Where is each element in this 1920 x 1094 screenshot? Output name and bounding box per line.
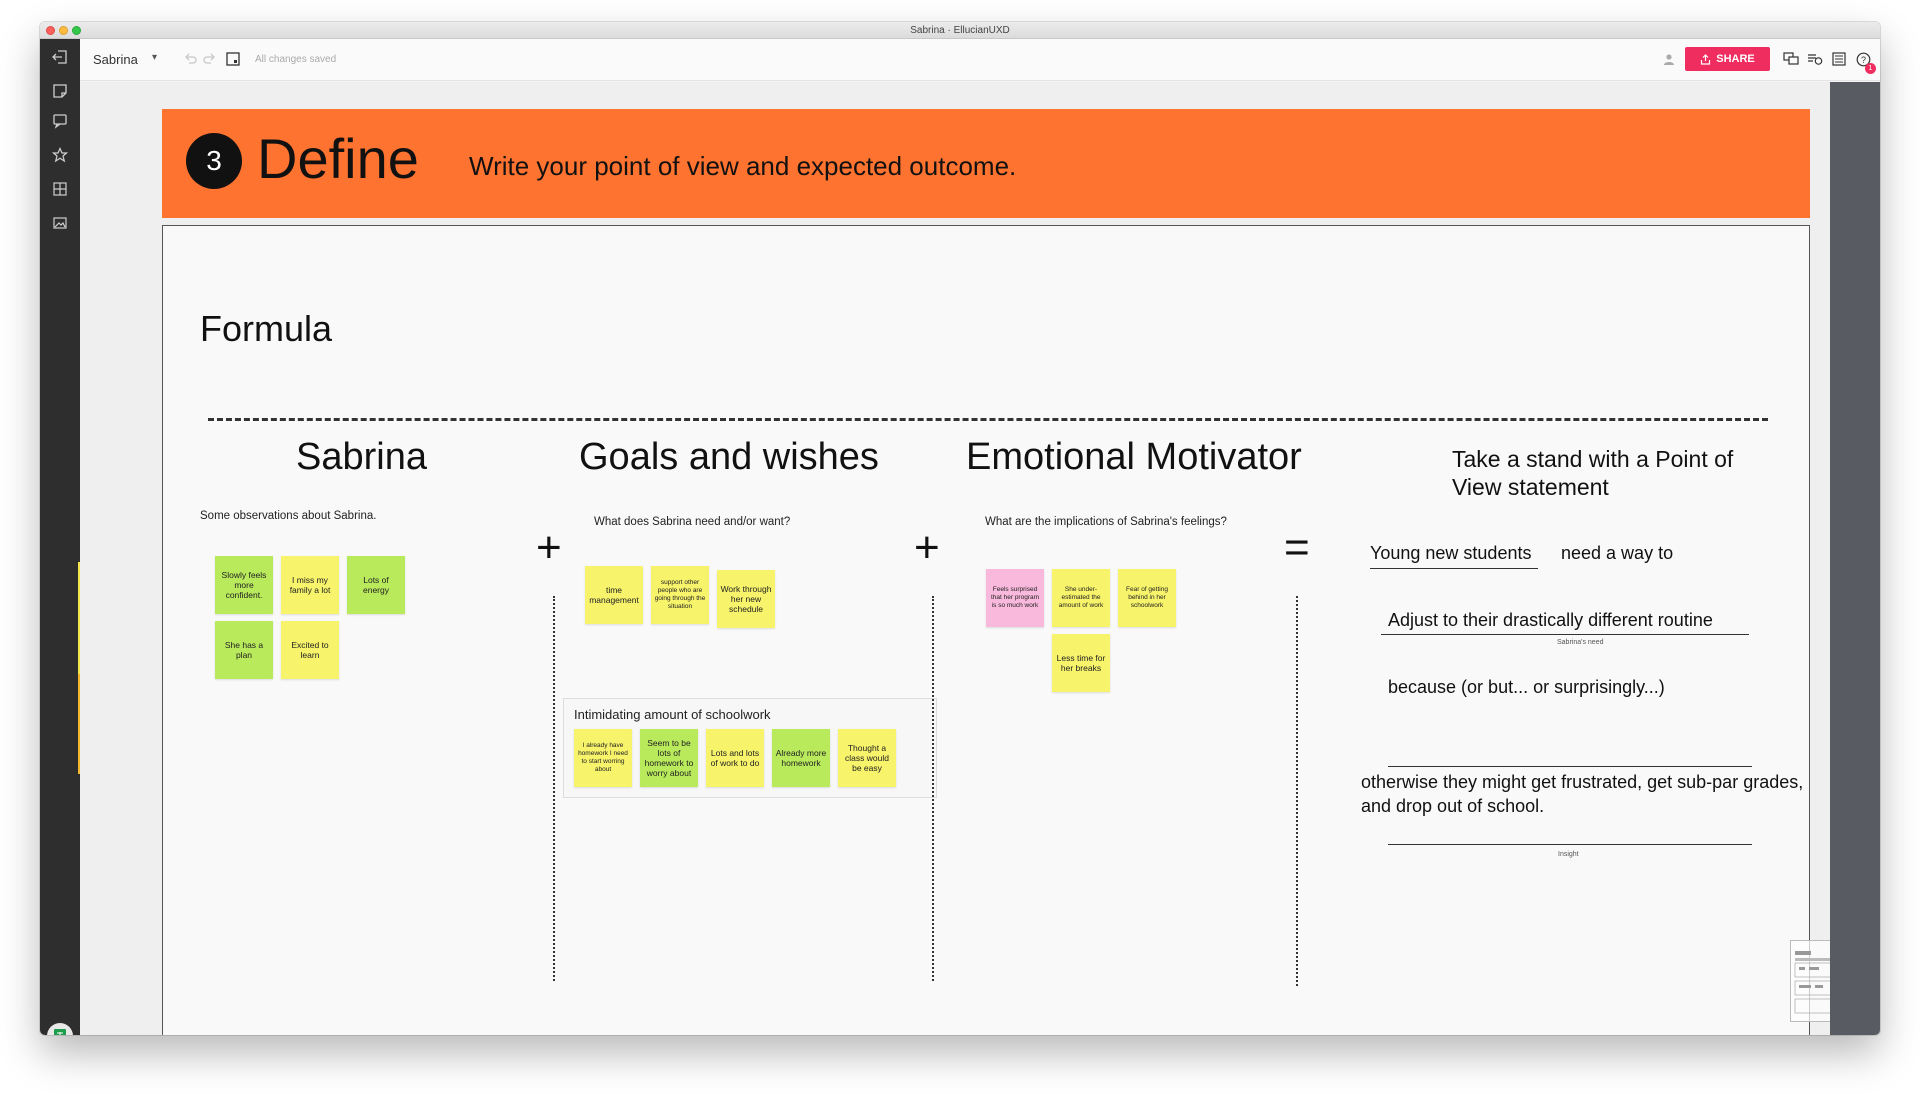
sticky-note[interactable]: Thought a class would be easy: [838, 729, 896, 787]
sticky-note[interactable]: Excited to learn: [281, 621, 339, 679]
plus-operator[interactable]: +: [914, 526, 940, 570]
save-status: All changes saved: [255, 54, 337, 65]
emotional-subtitle[interactable]: What are the implications of Sabrina's f…: [985, 516, 1227, 528]
star-icon[interactable]: [48, 143, 72, 167]
sticky-group[interactable]: Intimidating amount of schoolwork I alre…: [563, 698, 937, 798]
activity-icon[interactable]: [1806, 50, 1824, 68]
sticky-note[interactable]: Fear of getting behind in her schoolwork: [1118, 569, 1176, 627]
frame-icon[interactable]: [224, 50, 242, 68]
canvas-offboard-area: [1830, 82, 1880, 1035]
title-bar: Sabrina · EllucianUXD: [40, 22, 1880, 39]
pov-insight-caption: Insight: [1558, 851, 1579, 858]
group-title[interactable]: Intimidating amount of schoolwork: [574, 707, 771, 722]
pov-title[interactable]: Take a stand with a Point of View statem…: [1452, 446, 1752, 501]
user-icon[interactable]: [1660, 50, 1678, 68]
sticky-note[interactable]: She has a plan: [215, 621, 273, 679]
upload-icon: [1701, 53, 1711, 65]
emotional-title[interactable]: Emotional Motivator: [966, 436, 1302, 479]
step-number: 3: [186, 133, 242, 189]
sticky-note[interactable]: Seem to be lots of homework to worry abo…: [640, 729, 698, 787]
equals-operator[interactable]: =: [1284, 526, 1310, 570]
formula-heading[interactable]: Formula: [200, 308, 332, 350]
banner-title: Define: [257, 127, 419, 190]
sticky-note[interactable]: Feels surprised that her program is so m…: [986, 569, 1044, 627]
sticky-note[interactable]: She under-estimated the amount of work: [1052, 569, 1110, 627]
pov-need-caption: Sabrina's need: [1557, 639, 1604, 646]
share-label: SHARE: [1716, 53, 1755, 65]
pov-who[interactable]: Young new students: [1370, 543, 1531, 564]
column-separator: [932, 596, 934, 981]
left-toolbar: [40, 39, 80, 1035]
sticky-note[interactable]: time management: [585, 566, 643, 624]
sticky-note-icon[interactable]: [48, 79, 72, 103]
image-icon[interactable]: [48, 211, 72, 235]
exit-icon[interactable]: [48, 45, 72, 69]
redo-icon[interactable]: [200, 50, 218, 68]
board-list-icon[interactable]: [1830, 50, 1848, 68]
undo-icon[interactable]: [182, 50, 200, 68]
pov-insight-underline: [1388, 844, 1752, 845]
sticky-note[interactable]: Lots of energy: [347, 556, 405, 614]
section-banner[interactable]: 3 Define Write your point of view and ex…: [162, 109, 1810, 218]
pov-need-underline: [1381, 634, 1749, 635]
column-separator: [1296, 596, 1298, 986]
comment-icon[interactable]: [48, 109, 72, 133]
top-toolbar: Sabrina ▾ All changes saved 8 SHARE: [80, 39, 1880, 81]
pov-otherwise-line2[interactable]: and drop out of school.: [1361, 796, 1544, 817]
formula-frame[interactable]: Formula Sabrina Some observations about …: [162, 225, 1810, 1035]
pov-who-underline: [1370, 568, 1538, 569]
pov-otherwise-line1[interactable]: otherwise they might get frustrated, get…: [1361, 772, 1803, 793]
banner-subtitle: Write your point of view and expected ou…: [469, 151, 1017, 181]
sticky-note[interactable]: Work through her new schedule: [717, 570, 775, 628]
board-canvas[interactable]: 3 Define Write your point of view and ex…: [80, 82, 1870, 1035]
plus-operator[interactable]: +: [536, 526, 562, 570]
chat-icon[interactable]: [1782, 50, 1800, 68]
pov-need[interactable]: Adjust to their drastically different ro…: [1388, 610, 1713, 631]
pov-because-underline: [1388, 766, 1752, 767]
sticky-note[interactable]: Already more homework: [772, 729, 830, 787]
grid-icon[interactable]: [48, 177, 72, 201]
sticky-note[interactable]: Less time for her breaks: [1052, 634, 1110, 692]
sabrina-title[interactable]: Sabrina: [296, 436, 427, 479]
share-button[interactable]: SHARE: [1685, 47, 1770, 71]
column-separator: [553, 596, 555, 981]
top-divider: [208, 418, 1768, 421]
chevron-down-icon[interactable]: ▾: [152, 52, 157, 63]
svg-text:?: ?: [1860, 55, 1865, 65]
sticky-note[interactable]: Lots and lots of work to do: [706, 729, 764, 787]
notification-badge: 1: [1865, 63, 1876, 74]
board-name[interactable]: Sabrina: [93, 52, 138, 67]
sticky-note[interactable]: support other people who are going throu…: [651, 566, 709, 624]
pov-because[interactable]: because (or but... or surprisingly...): [1388, 677, 1665, 698]
spreadsheet-app-icon[interactable]: [47, 1023, 73, 1035]
app-window: Sabrina · EllucianUXD Sabrina ▾ All chan…: [40, 22, 1880, 1035]
pov-connector[interactable]: need a way to: [1561, 543, 1673, 564]
goals-title[interactable]: Goals and wishes: [579, 436, 879, 479]
sabrina-subtitle[interactable]: Some observations about Sabrina.: [200, 510, 376, 522]
goals-subtitle[interactable]: What does Sabrina need and/or want?: [594, 516, 790, 528]
window-title: Sabrina · EllucianUXD: [910, 25, 1010, 36]
sticky-note[interactable]: Slowly feels more confident.: [215, 556, 273, 614]
sticky-note[interactable]: I already have homework I need to start …: [574, 729, 632, 787]
sticky-note[interactable]: I miss my family a lot: [281, 556, 339, 614]
